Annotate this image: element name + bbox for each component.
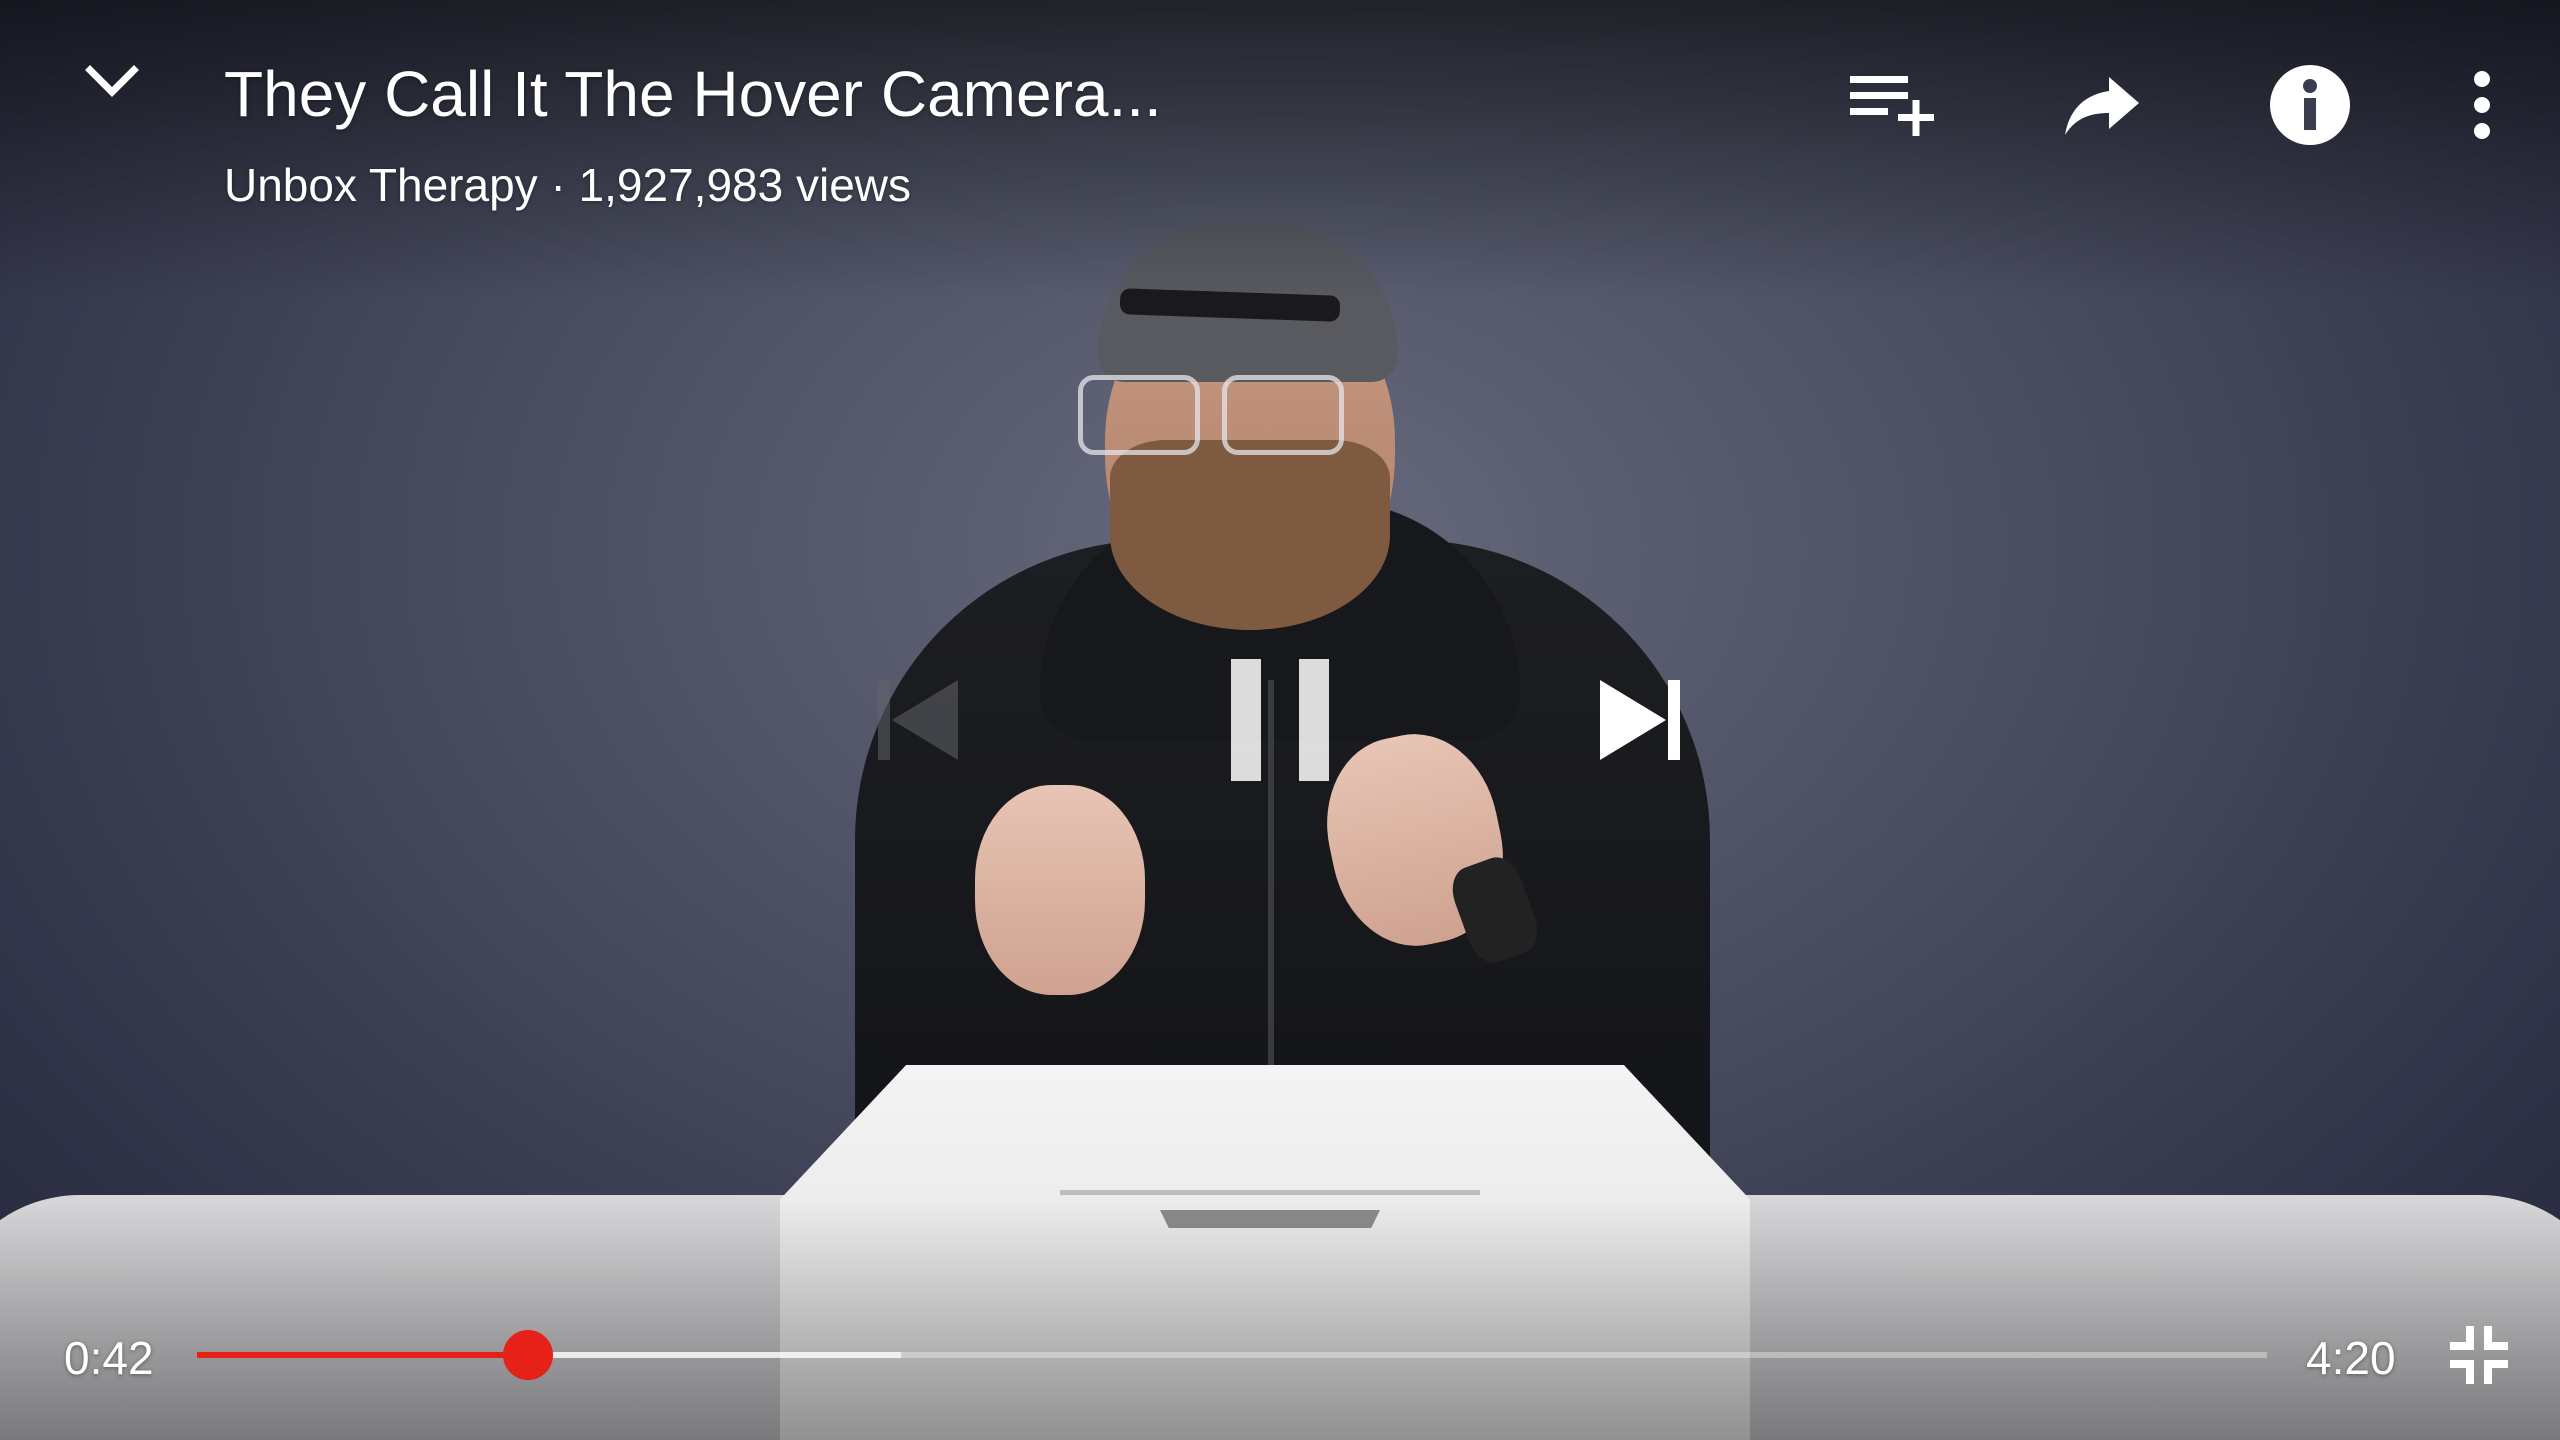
add-to-playlist-button[interactable] — [1843, 55, 1943, 155]
info-button[interactable] — [2260, 55, 2360, 155]
pause-icon — [1231, 659, 1329, 781]
bottom-scrim — [0, 1200, 2560, 1440]
add-to-playlist-icon — [1850, 76, 1934, 136]
frame-presenter-beard — [1110, 440, 1390, 630]
video-title: They Call It The Hover Camera... — [224, 58, 1162, 130]
top-scrim — [0, 0, 2560, 300]
share-button[interactable] — [2053, 55, 2153, 155]
frame-box-print-line — [1060, 1190, 1480, 1195]
video-player[interactable]: They Call It The Hover Camera... Unbox T… — [0, 0, 2560, 1440]
seek-bar[interactable] — [197, 1330, 2267, 1380]
previous-icon — [878, 680, 958, 760]
previous-button[interactable] — [868, 670, 968, 770]
current-time: 0:42 — [64, 1332, 154, 1384]
exit-fullscreen-icon — [2450, 1326, 2508, 1384]
collapse-button[interactable] — [80, 50, 144, 114]
next-icon — [1600, 680, 1680, 760]
seek-played — [197, 1352, 529, 1358]
duration: 4:20 — [2306, 1332, 2396, 1384]
channel-views: Unbox Therapy · 1,927,983 views — [224, 159, 911, 211]
seek-thumb[interactable] — [503, 1330, 554, 1380]
pause-button[interactable] — [1215, 650, 1345, 790]
exit-fullscreen-button[interactable] — [2448, 1324, 2510, 1386]
info-icon — [2270, 65, 2350, 145]
share-icon — [2065, 77, 2139, 135]
chevron-down-icon — [85, 65, 139, 97]
next-button[interactable] — [1590, 670, 1690, 770]
frame-glasses-left — [1078, 375, 1200, 455]
frame-fist-left — [975, 785, 1145, 995]
more-options-button[interactable] — [2432, 55, 2532, 155]
more-options-icon — [2474, 71, 2490, 139]
frame-glasses-right — [1222, 375, 1344, 455]
